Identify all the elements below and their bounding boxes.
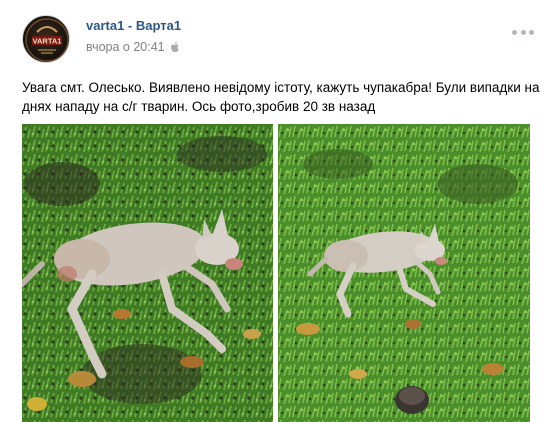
post-photo-1[interactable] — [22, 124, 273, 422]
dot — [529, 29, 534, 35]
more-dots-icon[interactable] — [512, 28, 534, 36]
apple-icon — [170, 41, 180, 53]
post-time[interactable]: вчора о 20:41 — [86, 40, 165, 54]
dot — [520, 29, 526, 35]
avatar-logo: VARTA1 — [25, 18, 69, 62]
post-card: VARTA1 varta1 - Варта1 вчора о 20:41 Ува… — [0, 0, 558, 422]
author-name[interactable]: varta1 - Варта1 — [86, 18, 181, 33]
avatar-text: VARTA1 — [33, 37, 62, 46]
dot — [512, 29, 517, 35]
post-photo-2[interactable] — [278, 124, 530, 422]
post-text: Увага смт. Олесько. Виявлено невідому іс… — [22, 80, 540, 114]
post-meta: вчора о 20:41 — [86, 40, 180, 54]
avatar[interactable]: VARTA1 — [22, 15, 70, 63]
